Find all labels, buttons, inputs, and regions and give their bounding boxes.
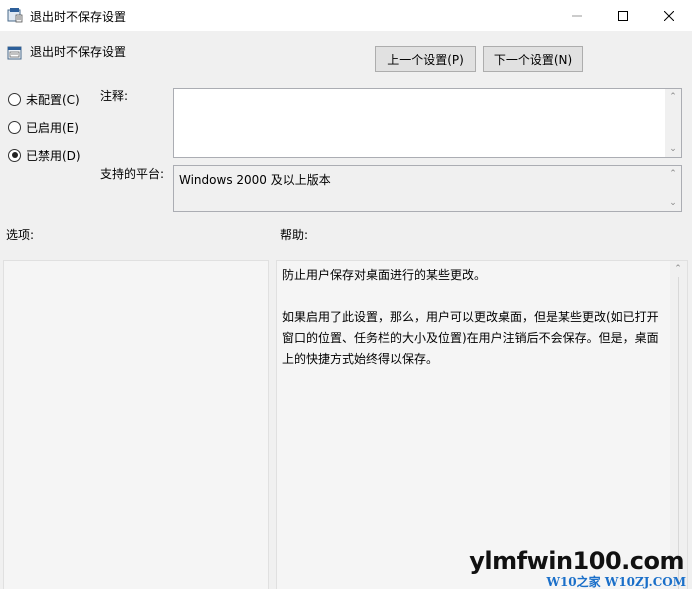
setting-icon [7, 46, 22, 60]
setting-name: 退出时不保存设置 [30, 45, 127, 59]
watermark-sub: W10之家 W10ZJ.COM [546, 575, 686, 589]
platform-scrollbar[interactable]: ⌃ ⌄ [665, 166, 681, 211]
radio-label: 已启用(E) [26, 120, 79, 135]
help-pane: 防止用户保存对桌面进行的某些更改。 如果启用了此设置，那么，用户可以更改桌面，但… [276, 260, 688, 589]
scroll-up-icon[interactable]: ⌃ [665, 90, 681, 104]
watermark-main: ylmfwin100.com [469, 547, 684, 575]
options-pane [3, 260, 269, 589]
scroll-down-icon[interactable]: ⌄ [665, 196, 681, 210]
close-button[interactable] [646, 0, 692, 31]
supported-platform-box: Windows 2000 及以上版本 ⌃ ⌄ [173, 165, 682, 212]
comment-scrollbar[interactable]: ⌃ ⌄ [665, 89, 681, 157]
options-label: 选项: [6, 228, 35, 242]
radio-circle[interactable] [8, 120, 21, 134]
maximize-icon [618, 10, 628, 21]
previous-setting-button[interactable]: 上一个设置(P) [375, 46, 476, 72]
maximize-button[interactable] [600, 0, 646, 31]
help-text: 防止用户保存对桌面进行的某些更改。 如果启用了此设置，那么，用户可以更改桌面，但… [282, 268, 659, 366]
watermark: ylmfwin100.com W10之家 W10ZJ.COM [469, 545, 690, 589]
radio-circle[interactable] [8, 92, 21, 106]
radio-disabled[interactable]: 已禁用(D) [8, 146, 81, 164]
radio-label: 已禁用(D) [26, 148, 81, 163]
next-setting-button[interactable]: 下一个设置(N) [483, 46, 583, 72]
comment-textarea[interactable]: ⌃ ⌄ [173, 88, 682, 158]
scroll-track[interactable] [678, 277, 679, 589]
supported-platform-value: Windows 2000 及以上版本 [179, 173, 331, 187]
title-bar: 退出时不保存设置 [0, 0, 692, 31]
help-scrollbar[interactable]: ⌃ [670, 261, 687, 589]
scroll-up-icon[interactable]: ⌃ [665, 167, 681, 181]
scroll-up-icon[interactable]: ⌃ [670, 262, 686, 276]
comment-label: 注释: [100, 89, 129, 103]
close-icon [664, 10, 674, 21]
radio-not-configured[interactable]: 未配置(C) [8, 90, 80, 108]
minimize-icon [572, 15, 582, 16]
radio-enabled[interactable]: 已启用(E) [8, 118, 79, 136]
minimize-button[interactable] [554, 0, 600, 31]
policy-app-icon [7, 8, 23, 23]
window-title: 退出时不保存设置 [30, 10, 127, 24]
radio-label: 未配置(C) [26, 92, 80, 107]
supported-platform-label: 支持的平台: [100, 167, 165, 181]
help-label: 帮助: [280, 228, 309, 242]
radio-circle-checked[interactable] [8, 148, 21, 162]
scroll-down-icon[interactable]: ⌄ [665, 142, 681, 156]
